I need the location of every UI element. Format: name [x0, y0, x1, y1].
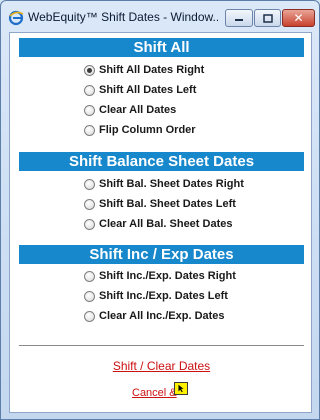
radio-label: Flip Column Order	[99, 124, 196, 136]
maximize-icon	[262, 13, 273, 23]
radio-label: Shift Bal. Sheet Dates Right	[99, 178, 244, 190]
radio-button[interactable]	[84, 310, 95, 322]
close-icon: ✕	[293, 11, 304, 25]
radio-shift-inc-exp-right[interactable]: Shift Inc./Exp. Dates Right	[84, 270, 236, 282]
radio-shift-inc-exp-left[interactable]: Shift Inc./Exp. Dates Left	[84, 290, 228, 302]
radio-button[interactable]	[84, 64, 95, 76]
radio-button[interactable]	[84, 84, 95, 96]
radio-label: Shift Inc./Exp. Dates Left	[99, 290, 228, 302]
radio-clear-all-dates[interactable]: Clear All Dates	[84, 104, 176, 116]
radio-label: Clear All Dates	[99, 104, 177, 116]
maximize-button[interactable]	[254, 9, 281, 27]
minimize-button[interactable]	[225, 9, 253, 27]
radio-label: Shift Inc./Exp. Dates Right	[99, 270, 236, 282]
dialog-content: Shift All Shift All Dates Right Shift Al…	[9, 32, 312, 413]
radio-label: Shift All Dates Right	[99, 64, 205, 76]
radio-button[interactable]	[84, 178, 95, 190]
radio-button[interactable]	[84, 270, 95, 282]
minimize-icon	[235, 19, 243, 21]
radio-button[interactable]	[84, 104, 95, 116]
radio-clear-all-bal-sheet[interactable]: Clear All Bal. Sheet Dates	[84, 218, 232, 230]
radio-button[interactable]	[84, 198, 95, 210]
radio-label: Clear All Inc./Exp. Dates	[99, 310, 225, 322]
dialog-window: WebEquity™ Shift Dates - Window... ✕ Shi…	[0, 0, 320, 420]
section-header-balance-sheet: Shift Balance Sheet Dates	[19, 152, 304, 171]
section-header-shift-all: Shift All	[19, 38, 304, 57]
window-title: WebEquity™ Shift Dates - Window...	[28, 10, 218, 24]
divider	[19, 345, 304, 346]
radio-shift-all-dates-right[interactable]: Shift All Dates Right	[84, 64, 204, 76]
radio-label: Shift Bal. Sheet Dates Left	[99, 198, 236, 210]
yellow-box-cursor-icon	[174, 382, 188, 395]
radio-shift-bal-sheet-left[interactable]: Shift Bal. Sheet Dates Left	[84, 198, 236, 210]
radio-shift-bal-sheet-right[interactable]: Shift Bal. Sheet Dates Right	[84, 178, 244, 190]
radio-label: Clear All Bal. Sheet Dates	[99, 218, 233, 230]
radio-button[interactable]	[84, 218, 95, 230]
radio-clear-all-inc-exp[interactable]: Clear All Inc./Exp. Dates	[84, 310, 225, 322]
radio-shift-all-dates-left[interactable]: Shift All Dates Left	[84, 84, 196, 96]
section-header-inc-exp: Shift Inc / Exp Dates	[19, 245, 304, 264]
ie-globe-icon	[8, 10, 24, 26]
close-button[interactable]: ✕	[282, 9, 315, 27]
shift-clear-dates-link[interactable]: Shift / Clear Dates	[10, 359, 313, 373]
radio-flip-column-order[interactable]: Flip Column Order	[84, 124, 196, 136]
cancel-link[interactable]: Cancel &	[132, 387, 177, 399]
title-bar[interactable]: WebEquity™ Shift Dates - Window... ✕	[1, 1, 319, 31]
radio-button[interactable]	[84, 124, 95, 136]
radio-label: Shift All Dates Left	[99, 84, 197, 96]
radio-button[interactable]	[84, 290, 95, 302]
